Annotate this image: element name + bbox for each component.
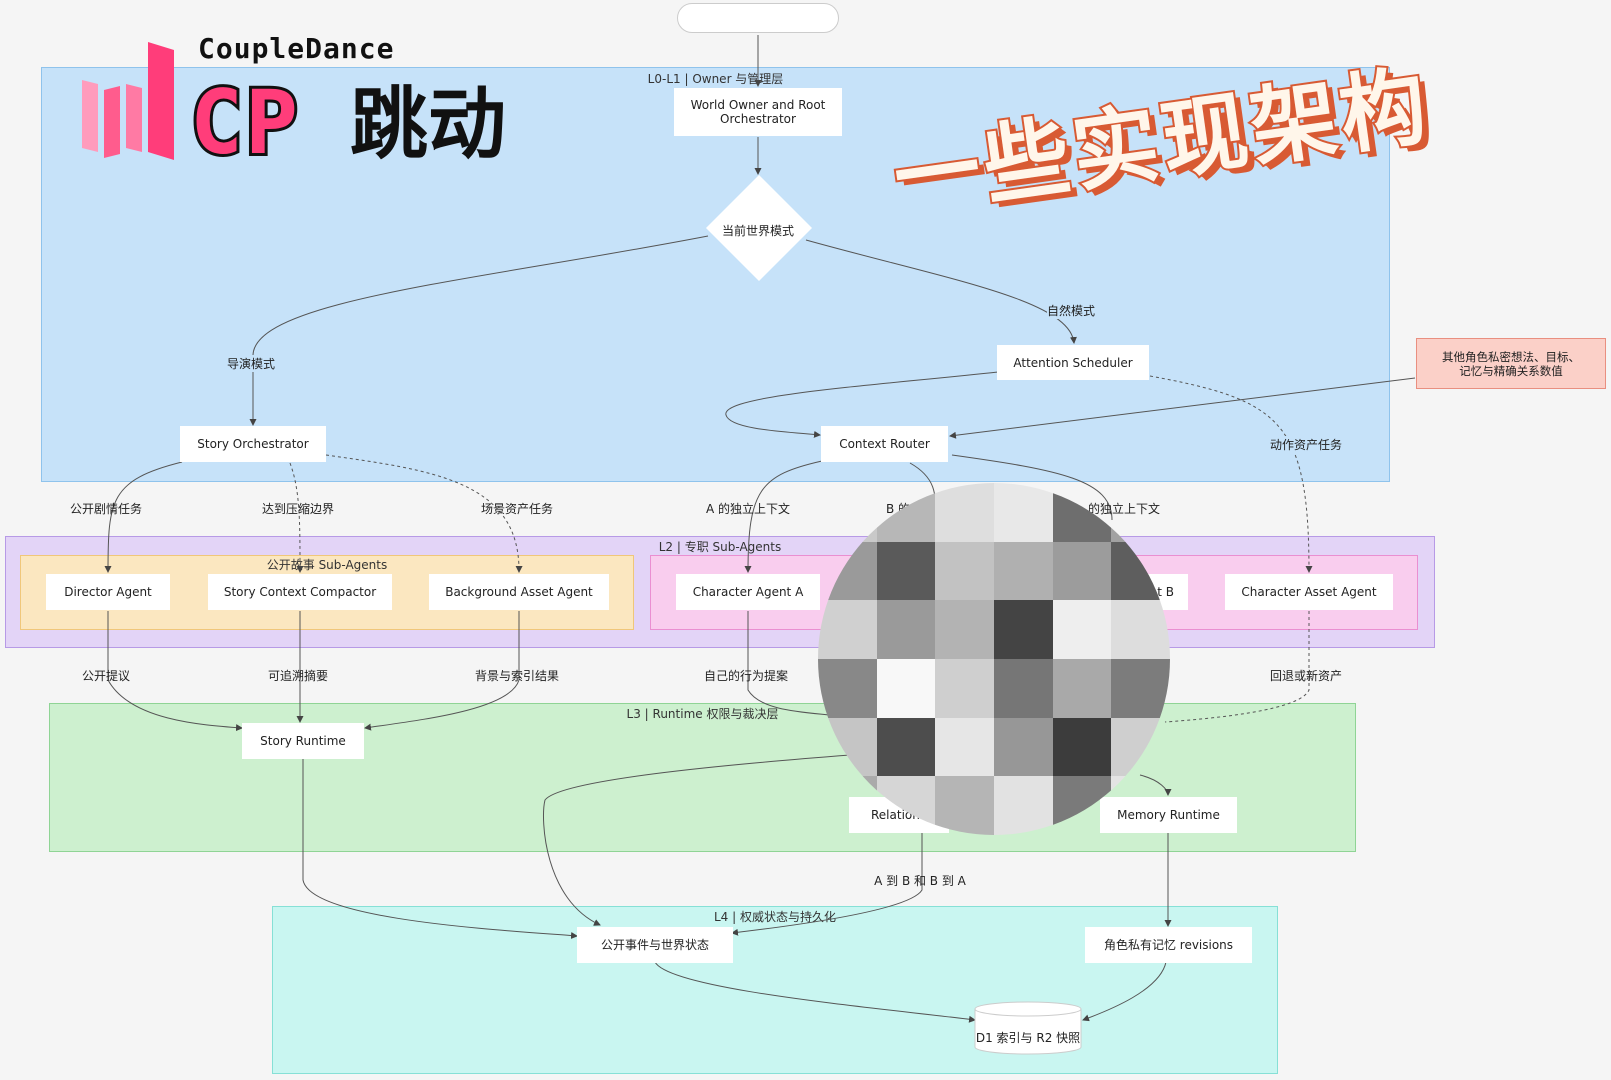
brand-logo-cn: 跳动 bbox=[350, 80, 507, 170]
label-traceable-summary: 可追溯摘要 bbox=[267, 669, 329, 683]
label-a-context: A 的独立上下文 bbox=[705, 502, 791, 516]
label-action-asset-task: 动作资产任务 bbox=[1269, 436, 1343, 453]
world-owner-node[interactable]: World Owner and Root Orchestrator bbox=[674, 88, 842, 136]
public-events-node[interactable]: 公开事件与世界状态 bbox=[577, 927, 733, 963]
character-asset-agent-node[interactable]: Character Asset Agent bbox=[1225, 574, 1393, 610]
label-background-index: 背景与索引结果 bbox=[474, 669, 560, 683]
label-own-action-proposal: 自己的行为提案 bbox=[703, 669, 789, 683]
d1-r2-label: D1 索引与 R2 快照 bbox=[975, 1031, 1081, 1045]
brand-name-en: CoupleDance bbox=[198, 32, 395, 65]
memory-runtime-node[interactable]: Memory Runtime bbox=[1100, 797, 1237, 833]
brand-logo-cp: CP bbox=[187, 71, 301, 174]
label-rollback-new-asset: 回退或新资产 bbox=[1269, 669, 1343, 683]
label-director-mode: 导演模式 bbox=[224, 355, 278, 372]
private-memory-node[interactable]: 角色私有记忆 revisions bbox=[1085, 927, 1252, 963]
label-scene-asset-task: 场景资产任务 bbox=[480, 502, 554, 516]
label-public-plot-task: 公开剧情任务 bbox=[69, 502, 143, 516]
event-source-node[interactable] bbox=[677, 3, 839, 33]
label-natural-mode: 自然模式 bbox=[1046, 302, 1096, 319]
coupledance-logo-icon bbox=[82, 42, 174, 160]
story-context-compactor-node[interactable]: Story Context Compactor bbox=[208, 574, 392, 610]
director-agent-node[interactable]: Director Agent bbox=[46, 574, 170, 610]
character-agent-a-node[interactable]: Character Agent A bbox=[676, 574, 820, 610]
label-compress-boundary: 达到压缩边界 bbox=[261, 502, 335, 516]
layer-l4-title: L4 | 权威状态与持久化 bbox=[714, 910, 836, 924]
attention-scheduler-node[interactable]: Attention Scheduler bbox=[997, 345, 1149, 380]
context-router-node[interactable]: Context Router bbox=[821, 426, 948, 462]
layer-l2-public-title: 公开故事 Sub-Agents bbox=[266, 558, 388, 572]
external-secret-node[interactable]: 其他角色私密想法、目标、 记忆与精确关系数值 bbox=[1416, 338, 1606, 389]
world-mode-label: 当前世界模式 bbox=[721, 224, 795, 238]
label-public-proposal: 公开提议 bbox=[81, 669, 131, 683]
d1-r2-database[interactable] bbox=[974, 1001, 1082, 1055]
story-runtime-node[interactable]: Story Runtime bbox=[242, 723, 364, 759]
background-asset-agent-node[interactable]: Background Asset Agent bbox=[429, 574, 609, 610]
pixelated-mosaic-overlay bbox=[818, 483, 1170, 835]
story-orchestrator-node[interactable]: Story Orchestrator bbox=[180, 426, 326, 462]
label-a-to-b: A 到 B 和 B 到 A bbox=[874, 874, 966, 888]
layer-l2-title: L2 | 专职 Sub-Agents bbox=[658, 540, 782, 554]
label-b-context-tail: 的独立上下文 bbox=[1087, 502, 1161, 516]
